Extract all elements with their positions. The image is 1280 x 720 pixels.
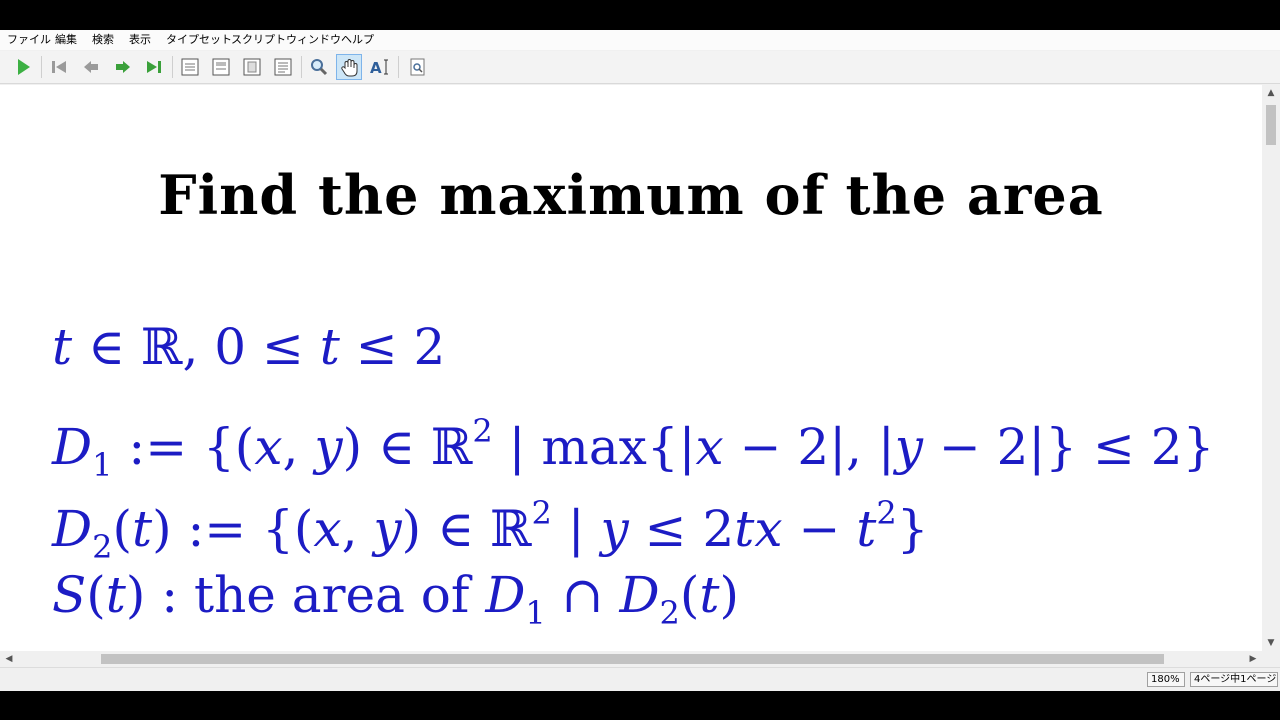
equation-line-1: t ∈ ℝ, 0 ≤ t ≤ 2 <box>52 318 446 376</box>
first-page-icon[interactable] <box>46 54 72 80</box>
last-page-icon[interactable] <box>141 54 167 80</box>
previous-page-icon[interactable] <box>78 54 104 80</box>
view-fit-icon[interactable] <box>270 54 296 80</box>
scroll-up-icon[interactable]: ▲ <box>1262 85 1280 101</box>
toolbar-separator <box>398 56 399 78</box>
status-bar: 180% 4ページ中1ページ <box>0 667 1280 691</box>
toolbar-separator <box>301 56 302 78</box>
view-continuous-icon[interactable] <box>208 54 234 80</box>
menu-bar: ファイル 編集 検索 表示 タイプセット スクリプト ウィンドウ ヘルプ <box>0 30 1280 50</box>
menu-edit[interactable]: 編集 <box>55 33 77 47</box>
horizontal-scroll-thumb[interactable] <box>101 654 1164 664</box>
hand-tool-icon[interactable] <box>336 54 362 80</box>
view-facing-icon[interactable] <box>239 54 265 80</box>
equation-line-4: S(t) : the area of D1 ∩ D2(t) <box>52 566 740 632</box>
toolbar-separator <box>41 56 42 78</box>
vertical-scrollbar[interactable]: ▲ ▼ <box>1262 85 1280 651</box>
scroll-corner <box>1262 651 1280 667</box>
menu-typeset[interactable]: タイプセット <box>166 33 232 47</box>
toolbar-separator <box>172 56 173 78</box>
equation-line-3: D2(t) := {(x, y) ∈ ℝ2 | y ≤ 2tx − t2} <box>52 494 929 566</box>
menu-view[interactable]: 表示 <box>129 33 151 47</box>
next-page-icon[interactable] <box>110 54 136 80</box>
search-icon[interactable] <box>405 54 431 80</box>
menu-window[interactable]: ウィンドウ <box>286 33 341 47</box>
page-indicator: 4ページ中1ページ <box>1190 672 1278 687</box>
scroll-right-icon[interactable]: ▶ <box>1244 651 1262 667</box>
menu-help[interactable]: ヘルプ <box>341 33 374 47</box>
view-single-icon[interactable] <box>177 54 203 80</box>
horizontal-scrollbar[interactable]: ◀ ▶ <box>0 651 1262 667</box>
menu-file[interactable]: ファイル <box>7 33 51 47</box>
equation-line-2: D1 := {(x, y) ∈ ℝ2 | max{|x − 2|, |y − 2… <box>52 412 1215 484</box>
typeset-icon[interactable] <box>10 54 36 80</box>
svg-text:A: A <box>370 59 382 77</box>
menu-script[interactable]: スクリプト <box>231 33 286 47</box>
zoom-level[interactable]: 180% <box>1147 672 1185 687</box>
menu-search[interactable]: 検索 <box>92 33 114 47</box>
scroll-left-icon[interactable]: ◀ <box>0 651 18 667</box>
toolbar: A <box>0 51 1280 84</box>
previewer-window: ファイル 編集 検索 表示 タイプセット スクリプト ウィンドウ ヘルプ A F… <box>0 30 1280 691</box>
scroll-down-icon[interactable]: ▼ <box>1262 635 1280 651</box>
magnify-icon[interactable] <box>306 54 332 80</box>
text-select-icon[interactable]: A <box>367 54 393 80</box>
document-title: Find the maximum of the area <box>158 163 1104 227</box>
vertical-scroll-thumb[interactable] <box>1266 105 1276 145</box>
pdf-viewport[interactable]: Find the maximum of the area t ∈ ℝ, 0 ≤ … <box>0 85 1262 651</box>
